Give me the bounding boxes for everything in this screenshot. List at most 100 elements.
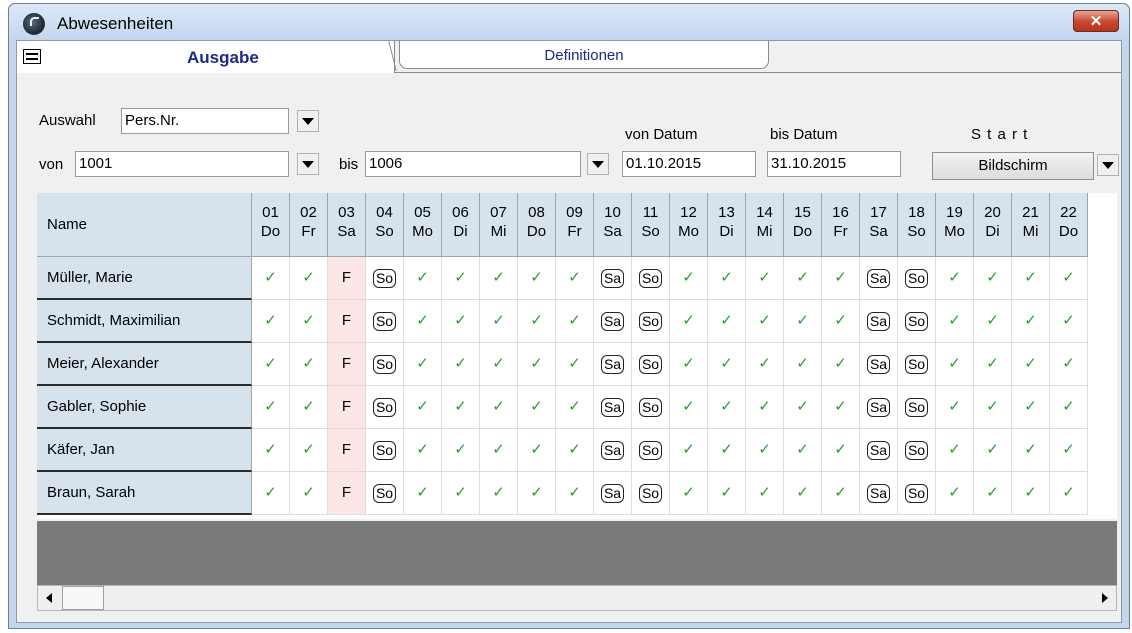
present-check-cell[interactable]: ✓ <box>404 386 442 429</box>
present-check-cell[interactable]: ✓ <box>936 472 974 515</box>
present-check-cell[interactable]: ✓ <box>252 472 290 515</box>
weekend-cell[interactable]: Sa <box>594 300 632 343</box>
present-check-cell[interactable]: ✓ <box>822 343 860 386</box>
tab-definitionen[interactable]: Definitionen <box>399 41 769 69</box>
weekend-cell[interactable]: So <box>632 257 670 300</box>
present-check-cell[interactable]: ✓ <box>442 300 480 343</box>
weekend-cell[interactable]: So <box>366 386 404 429</box>
weekend-cell[interactable]: Sa <box>860 386 898 429</box>
weekend-cell[interactable]: Sa <box>860 343 898 386</box>
day-header-01[interactable]: 01 Do <box>252 193 290 257</box>
bildschirm-button[interactable]: Bildschirm <box>932 152 1094 180</box>
present-check-cell[interactable]: ✓ <box>1012 257 1050 300</box>
weekend-cell[interactable]: Sa <box>860 257 898 300</box>
day-header-17[interactable]: 17 Sa <box>860 193 898 257</box>
title-bar[interactable]: Abwesenheiten ✕ <box>9 4 1129 40</box>
present-check-cell[interactable]: ✓ <box>822 300 860 343</box>
weekend-cell[interactable]: Sa <box>594 257 632 300</box>
present-check-cell[interactable]: ✓ <box>1012 429 1050 472</box>
day-header-09[interactable]: 09 Fr <box>556 193 594 257</box>
present-check-cell[interactable]: ✓ <box>290 343 328 386</box>
present-check-cell[interactable]: ✓ <box>708 300 746 343</box>
day-header-06[interactable]: 06 Di <box>442 193 480 257</box>
day-header-03[interactable]: 03 Sa <box>328 193 366 257</box>
weekend-cell[interactable]: So <box>898 386 936 429</box>
weekend-cell[interactable]: So <box>632 429 670 472</box>
von-dropdown-icon[interactable] <box>297 153 319 175</box>
present-check-cell[interactable]: ✓ <box>404 343 442 386</box>
tab-ausgabe[interactable]: Ausgabe <box>17 41 395 73</box>
present-check-cell[interactable]: ✓ <box>746 257 784 300</box>
present-check-cell[interactable]: ✓ <box>708 257 746 300</box>
present-check-cell[interactable]: ✓ <box>708 386 746 429</box>
weekend-cell[interactable]: So <box>898 472 936 515</box>
present-check-cell[interactable]: ✓ <box>974 300 1012 343</box>
weekend-cell[interactable]: So <box>898 429 936 472</box>
scroll-left-icon[interactable] <box>38 586 62 610</box>
day-header-22[interactable]: 22 Do <box>1050 193 1088 257</box>
present-check-cell[interactable]: ✓ <box>556 472 594 515</box>
present-check-cell[interactable]: ✓ <box>442 343 480 386</box>
present-check-cell[interactable]: ✓ <box>784 300 822 343</box>
weekend-cell[interactable]: So <box>366 300 404 343</box>
weekend-cell[interactable]: Sa <box>860 300 898 343</box>
weekend-cell[interactable]: Sa <box>594 343 632 386</box>
present-check-cell[interactable]: ✓ <box>670 257 708 300</box>
day-header-13[interactable]: 13 Di <box>708 193 746 257</box>
present-check-cell[interactable]: ✓ <box>784 257 822 300</box>
weekend-cell[interactable]: Sa <box>860 472 898 515</box>
present-check-cell[interactable]: ✓ <box>518 386 556 429</box>
day-header-11[interactable]: 11 So <box>632 193 670 257</box>
present-check-cell[interactable]: ✓ <box>480 300 518 343</box>
present-check-cell[interactable]: ✓ <box>480 472 518 515</box>
present-check-cell[interactable]: ✓ <box>404 257 442 300</box>
weekend-cell[interactable]: Sa <box>594 472 632 515</box>
present-check-cell[interactable]: ✓ <box>290 472 328 515</box>
present-check-cell[interactable]: ✓ <box>1012 472 1050 515</box>
present-check-cell[interactable]: ✓ <box>252 300 290 343</box>
weekend-cell[interactable]: So <box>366 257 404 300</box>
holiday-cell[interactable]: F <box>328 386 366 429</box>
present-check-cell[interactable]: ✓ <box>708 429 746 472</box>
weekend-cell[interactable]: Sa <box>594 386 632 429</box>
employee-name-cell[interactable]: Müller, Marie <box>37 257 252 300</box>
present-check-cell[interactable]: ✓ <box>518 343 556 386</box>
present-check-cell[interactable]: ✓ <box>746 343 784 386</box>
scroll-right-icon[interactable] <box>1092 586 1116 610</box>
employee-name-cell[interactable]: Käfer, Jan <box>37 429 252 472</box>
present-check-cell[interactable]: ✓ <box>290 429 328 472</box>
present-check-cell[interactable]: ✓ <box>556 343 594 386</box>
present-check-cell[interactable]: ✓ <box>974 472 1012 515</box>
present-check-cell[interactable]: ✓ <box>746 472 784 515</box>
present-check-cell[interactable]: ✓ <box>670 386 708 429</box>
present-check-cell[interactable]: ✓ <box>252 429 290 472</box>
bis-field[interactable]: 1006 <box>365 151 581 177</box>
present-check-cell[interactable]: ✓ <box>442 386 480 429</box>
present-check-cell[interactable]: ✓ <box>556 257 594 300</box>
present-check-cell[interactable]: ✓ <box>1050 343 1088 386</box>
holiday-cell[interactable]: F <box>328 300 366 343</box>
horizontal-scrollbar[interactable] <box>37 585 1117 611</box>
bis-datum-field[interactable]: 31.10.2015 <box>767 151 901 177</box>
present-check-cell[interactable]: ✓ <box>442 429 480 472</box>
holiday-cell[interactable]: F <box>328 472 366 515</box>
present-check-cell[interactable]: ✓ <box>442 257 480 300</box>
present-check-cell[interactable]: ✓ <box>974 257 1012 300</box>
present-check-cell[interactable]: ✓ <box>936 386 974 429</box>
present-check-cell[interactable]: ✓ <box>518 257 556 300</box>
present-check-cell[interactable]: ✓ <box>708 472 746 515</box>
day-header-21[interactable]: 21 Mi <box>1012 193 1050 257</box>
present-check-cell[interactable]: ✓ <box>556 386 594 429</box>
weekend-cell[interactable]: So <box>898 300 936 343</box>
present-check-cell[interactable]: ✓ <box>974 343 1012 386</box>
day-header-02[interactable]: 02 Fr <box>290 193 328 257</box>
employee-name-cell[interactable]: Braun, Sarah <box>37 472 252 515</box>
present-check-cell[interactable]: ✓ <box>1012 386 1050 429</box>
day-header-18[interactable]: 18 So <box>898 193 936 257</box>
present-check-cell[interactable]: ✓ <box>518 472 556 515</box>
present-check-cell[interactable]: ✓ <box>746 300 784 343</box>
present-check-cell[interactable]: ✓ <box>252 257 290 300</box>
present-check-cell[interactable]: ✓ <box>974 386 1012 429</box>
present-check-cell[interactable]: ✓ <box>518 300 556 343</box>
present-check-cell[interactable]: ✓ <box>556 300 594 343</box>
